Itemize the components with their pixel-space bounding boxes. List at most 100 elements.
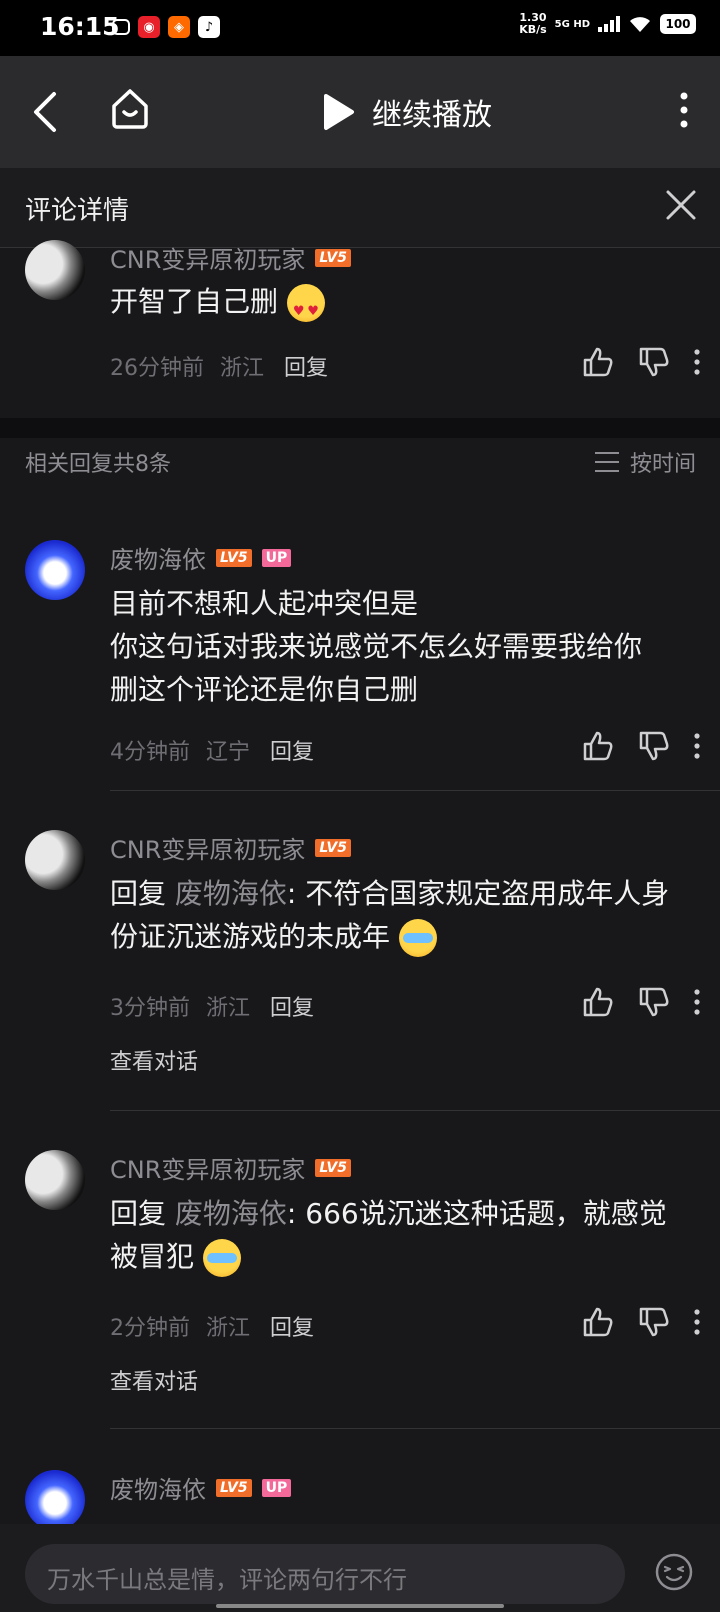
status-right: 1.30 KB/s 5G HD 100 — [519, 12, 696, 36]
sort-label: 按时间 — [629, 452, 696, 477]
comment-line: 删这个评论还是你自己删 — [110, 673, 419, 706]
signal-icon — [598, 16, 620, 32]
dislike-icon[interactable] — [638, 1306, 670, 1338]
comment-meta: 2分钟前 浙江 回复 — [110, 1310, 314, 1342]
network-type: 5G HD — [554, 18, 590, 30]
comment-line: 你这句话对我来说感觉不怎么好需要我给你 — [110, 630, 643, 663]
comment-time: 2分钟前 — [110, 1316, 190, 1341]
reply-button[interactable]: 回复 — [270, 1310, 314, 1342]
reply-button[interactable]: 回复 — [284, 350, 328, 382]
comment-meta: 26分钟前 浙江 回复 — [110, 350, 328, 382]
comment-actions — [582, 730, 700, 762]
reply-prefix: 回复 — [110, 877, 175, 910]
status-app-icons: ◉ ◈ ♪ — [112, 16, 220, 38]
like-icon[interactable] — [582, 730, 614, 762]
comment-more-icon[interactable] — [694, 989, 700, 1015]
comment-text: 回复 废物海依: 666说沉迷这种话题，就感觉被冒犯 — [110, 1192, 690, 1278]
up-badge: UP — [261, 548, 292, 567]
more-icon — [680, 92, 688, 128]
reply-button[interactable]: 回复 — [270, 990, 314, 1022]
comment-location: 辽宁 — [206, 740, 251, 765]
emoji-icon — [655, 1553, 693, 1591]
divider — [110, 1110, 720, 1111]
dislike-icon[interactable] — [638, 730, 670, 762]
level-badge: LV5 — [315, 248, 351, 267]
net-speed: 1.30 KB/s — [519, 12, 546, 36]
comment-detail-header: 评论详情 — [0, 168, 720, 248]
comment-actions — [582, 1306, 700, 1338]
netease-music-icon: ◉ — [138, 16, 160, 38]
continue-play-button[interactable]: 继续播放 — [322, 90, 492, 134]
comment-location: 浙江 — [206, 1316, 251, 1341]
section-divider — [0, 418, 720, 438]
up-badge: UP — [261, 1478, 292, 1497]
comment-text: 开智了自己删 — [110, 280, 690, 333]
dislike-icon[interactable] — [638, 346, 670, 378]
close-button[interactable] — [664, 188, 698, 226]
comment-more-icon[interactable] — [694, 1309, 700, 1335]
emoji-button[interactable] — [654, 1552, 694, 1596]
tiktok-icon: ♪ — [198, 16, 220, 38]
comment-text: 回复 废物海依: 不符合国家规定盗用成年人身份证沉迷游戏的未成年 — [110, 872, 690, 958]
avatar[interactable] — [25, 1470, 85, 1530]
more-options-button[interactable] — [680, 92, 688, 132]
view-conversation-link[interactable]: 查看对话 — [110, 1364, 198, 1396]
like-icon[interactable] — [582, 346, 614, 378]
home-icon — [112, 89, 148, 129]
play-icon — [324, 94, 354, 130]
top-nav-bar: 继续播放 — [0, 56, 720, 168]
level-badge: LV5 — [315, 838, 351, 857]
avatar[interactable] — [25, 1150, 85, 1210]
comment-meta: 4分钟前 辽宁 回复 — [110, 734, 314, 766]
replies-count: 相关回复共8条 — [25, 452, 171, 477]
comment-more-icon[interactable] — [694, 733, 700, 759]
comment-text-content: 开智了自己删 — [110, 285, 279, 318]
sort-icon — [594, 452, 619, 472]
avatar[interactable] — [25, 830, 85, 890]
mention-link[interactable]: 废物海依 — [175, 877, 287, 910]
home-indicator[interactable] — [216, 1604, 504, 1608]
comment-time: 26分钟前 — [110, 356, 204, 381]
main-comment: CNR变异原初玩家 LV5 开智了自己删 26分钟前 浙江 回复 — [0, 240, 720, 418]
reply-button[interactable]: 回复 — [270, 734, 314, 766]
close-icon — [666, 190, 696, 220]
username[interactable]: CNR变异原初玩家 — [110, 830, 305, 865]
comment-user: 废物海依 LV5 UP — [110, 1470, 292, 1505]
level-badge: LV5 — [315, 1158, 351, 1177]
wifi-icon — [630, 17, 650, 32]
avatar[interactable] — [25, 540, 85, 600]
username[interactable]: CNR变异原初玩家 — [110, 1150, 305, 1185]
comment-line: 目前不想和人起冲突但是 — [110, 587, 419, 620]
avatar[interactable] — [25, 240, 85, 300]
back-button[interactable] — [30, 90, 60, 138]
net-speed-unit: KB/s — [519, 23, 547, 36]
tv-app-icon — [112, 19, 130, 35]
reply-prefix: 回复 — [110, 1197, 175, 1230]
home-button[interactable] — [110, 86, 150, 134]
dislike-icon[interactable] — [638, 986, 670, 1018]
comment-location: 浙江 — [220, 356, 265, 381]
view-conversation-link[interactable]: 查看对话 — [110, 1044, 198, 1076]
divider — [110, 790, 720, 791]
like-icon[interactable] — [582, 986, 614, 1018]
comment-time: 4分钟前 — [110, 740, 190, 765]
battery-indicator: 100 — [660, 14, 696, 34]
like-icon[interactable] — [582, 1306, 614, 1338]
status-bar: 16:15 ◉ ◈ ♪ 1.30 KB/s 5G HD 100 — [0, 0, 720, 56]
comment-actions — [582, 986, 700, 1018]
username[interactable]: 废物海依 — [110, 1470, 206, 1505]
back-icon — [34, 92, 56, 132]
username[interactable]: CNR变异原初玩家 — [110, 240, 305, 275]
level-badge: LV5 — [216, 548, 252, 567]
username[interactable]: 废物海依 — [110, 540, 206, 575]
comment-location: 浙江 — [206, 996, 251, 1021]
comment-user: 废物海依 LV5 UP — [110, 540, 292, 575]
comment-more-icon[interactable] — [694, 349, 700, 375]
continue-play-label: 继续播放 — [372, 98, 492, 133]
comment-user: CNR变异原初玩家 LV5 — [110, 1150, 351, 1185]
comment-meta: 3分钟前 浙江 回复 — [110, 990, 314, 1022]
page-title: 评论详情 — [25, 196, 130, 226]
comment-input[interactable]: 万水千山总是情，评论两句行不行 — [25, 1544, 625, 1604]
mention-link[interactable]: 废物海依 — [175, 1197, 287, 1230]
sort-button[interactable]: 按时间 — [594, 446, 696, 478]
